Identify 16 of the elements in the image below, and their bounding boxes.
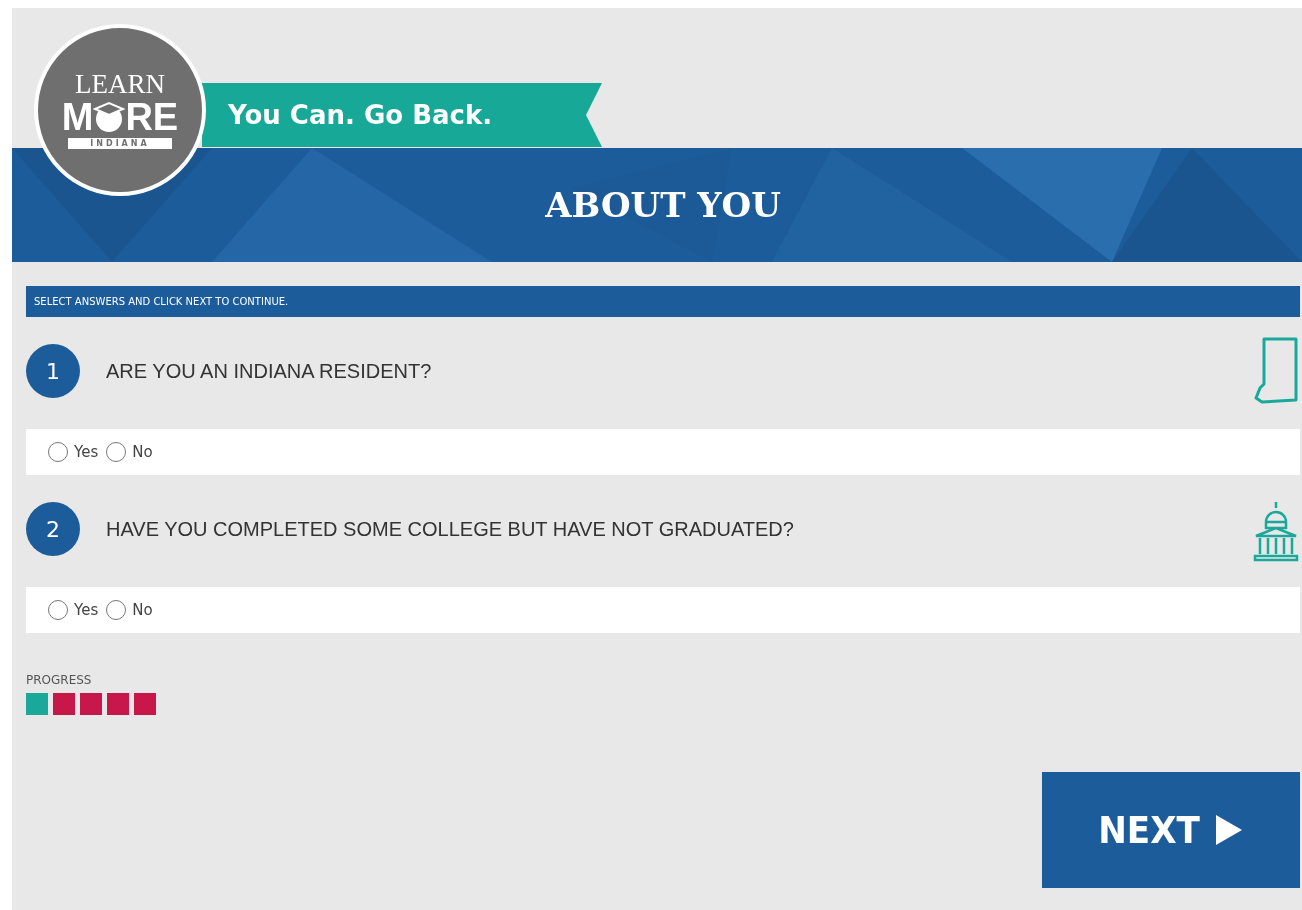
play-icon xyxy=(1213,813,1244,847)
progress-label: PROGRESS xyxy=(26,673,93,687)
radio-option[interactable]: No xyxy=(106,442,153,462)
question-number: 2 xyxy=(26,502,80,556)
slogan-ribbon: You Can. Go Back. xyxy=(202,83,602,147)
radio-option[interactable]: Yes xyxy=(48,442,99,462)
next-button[interactable]: NEXT xyxy=(1042,772,1300,888)
question-text: ARE YOU AN INDIANA RESIDENT? xyxy=(106,359,433,383)
radio-option[interactable]: Yes xyxy=(48,600,99,620)
state-outline-icon xyxy=(1252,336,1300,406)
question-text: HAVE YOU COMPLETED SOME COLLEGE BUT HAVE NOT GRADUATED? xyxy=(106,517,795,541)
radio-option[interactable]: No xyxy=(106,600,153,620)
question-number: 1 xyxy=(26,344,80,398)
logo: LEARN M RE INDIANA xyxy=(34,24,206,196)
page-title: ABOUT YOU xyxy=(544,185,781,225)
instruction-bar: SELECT ANSWERS AND CLICK NEXT TO CONTINUE. xyxy=(26,286,1300,317)
